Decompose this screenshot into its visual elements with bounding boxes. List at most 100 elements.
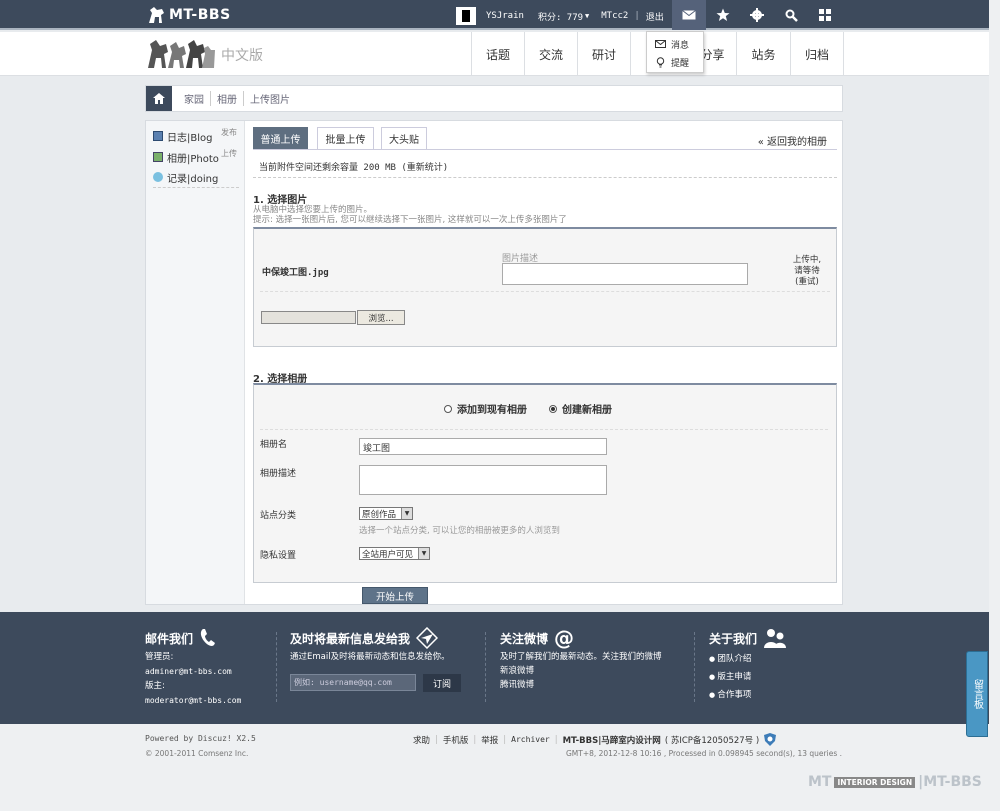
dropdown-item-message[interactable]: 消息 <box>647 35 703 53</box>
upload-status: 上传中, 请等待 (重试) <box>777 255 837 288</box>
avatar[interactable] <box>456 7 476 25</box>
archiver-link[interactable]: Archiver <box>511 735 550 744</box>
footer-about-title: 关于我们 <box>709 631 758 646</box>
username-link[interactable]: YSJrain <box>486 11 524 21</box>
footer-weibo-desc: 及时了解我们的最新动态。关注我们的微博 <box>500 652 662 662</box>
gear-icon[interactable] <box>740 0 774 30</box>
envelope-icon <box>655 40 666 48</box>
notification-dropdown: 消息 提醒 <box>646 31 704 73</box>
chevron-down-icon: ▼ <box>585 12 590 20</box>
main-panel: 日志|Blog 发布 相册|Photo 上传 记录|doing 普通上传 批量上… <box>145 120 843 605</box>
sina-weibo-link[interactable]: 新浪微博 <box>500 665 662 677</box>
album-desc-textarea[interactable] <box>359 465 607 495</box>
about-moderator-link[interactable]: 版主申请 <box>709 668 787 686</box>
help-link[interactable]: 求助 <box>413 734 430 746</box>
footer-subscribe-title: 及时将最新信息发给我 <box>290 631 411 646</box>
horses-logo-icon[interactable] <box>146 36 216 72</box>
sidebar: 日志|Blog 发布 相册|Photo 上传 记录|doing <box>146 121 245 604</box>
points-menu[interactable]: 积分: 779 <box>538 10 583 23</box>
image-desc-input[interactable] <box>502 263 748 285</box>
sidebar-item-doing[interactable]: 记录|doing <box>153 170 218 185</box>
album-name-label: 相册名 <box>260 440 288 450</box>
dropdown-message-label: 消息 <box>671 40 690 51</box>
browse-button[interactable]: 浏览... <box>357 310 405 325</box>
bottom-links: 求助 | 手机版 | 举报 | Archiver | MT-BBS|马蹄室内设计网 ( … <box>413 733 777 746</box>
footer-subscribe: 及时将最新信息发给我 通过Email及时将最新动态和信息发给你。 <box>290 626 450 665</box>
site-logo[interactable]: MT-BBS <box>147 4 231 26</box>
back-to-album-link[interactable]: « 返回我的相册 <box>758 133 827 148</box>
powered-by[interactable]: Powered by Discuz! X2.5 <box>145 734 256 743</box>
about-team-link[interactable]: 团队介绍 <box>709 650 787 668</box>
nav-item-affairs[interactable]: 站务 <box>736 32 790 76</box>
sidebar-photo-upload-link[interactable]: 上传 <box>221 148 237 159</box>
scrollbar[interactable] <box>989 0 1000 811</box>
user-group-link[interactable]: MTcc2 <box>601 11 628 21</box>
start-upload-button[interactable]: 开始上传 <box>362 587 428 604</box>
blog-icon <box>153 131 163 141</box>
privacy-select[interactable]: 全站用户可见 ▼ <box>359 547 430 560</box>
file-name: 中保竣工图.jpg <box>262 268 329 278</box>
logo-text: MT-BBS <box>169 7 231 23</box>
report-link[interactable]: 举报 <box>481 734 498 746</box>
footer-contact-title: 邮件我们 <box>145 631 194 646</box>
bulb-icon <box>656 56 665 67</box>
footer-admin-email[interactable]: adminer@mt-bbs.com <box>145 665 241 680</box>
footer-weibo-title: 关注微博 <box>500 631 549 646</box>
breadcrumb-album[interactable]: 相册 <box>210 91 243 106</box>
radio-new-label[interactable]: 创建新相册 <box>562 401 612 416</box>
watermark-badge: INTERIOR DESIGN <box>834 776 916 788</box>
privacy-label: 隐私设置 <box>260 551 297 561</box>
footer-mod-email[interactable]: moderator@mt-bbs.com <box>145 694 241 709</box>
tab-batch-upload[interactable]: 批量上传 <box>317 127 374 150</box>
section1-tip: 提示: 选择一张图片后, 您可以继续选择下一张图片, 这样就可以一次上传多张图片… <box>253 215 567 225</box>
nav-item-archive[interactable]: 归档 <box>790 32 844 76</box>
subscribe-button[interactable]: 订阅 <box>423 674 461 692</box>
sidebar-item-blog[interactable]: 日志|Blog 发布 <box>153 128 237 144</box>
sidebar-item-photo[interactable]: 相册|Photo 上传 <box>153 149 237 165</box>
site-subtitle: 中文版 <box>221 48 263 64</box>
upload-status-line1: 上传中, <box>792 255 822 265</box>
home-icon[interactable] <box>146 86 172 111</box>
dropdown-arrow-icon: ▼ <box>401 508 412 519</box>
subscribe-email-input[interactable]: 例如: username@qq.com <box>290 674 416 691</box>
mobile-link[interactable]: 手机版 <box>443 734 469 746</box>
guestbook-sidetab[interactable]: 留言板 <box>966 651 988 737</box>
nav-item-exchange[interactable]: 交流 <box>524 32 577 76</box>
grid-icon[interactable] <box>808 0 842 30</box>
radio-existing-album[interactable] <box>444 404 452 413</box>
watermark-mtbbs: |MT-BBS <box>918 774 982 790</box>
tencent-weibo-link[interactable]: 腾讯微博 <box>500 677 662 693</box>
speech-bubble-icon <box>153 172 163 182</box>
radio-existing-label[interactable]: 添加到现有相册 <box>457 401 527 416</box>
star-icon[interactable] <box>706 0 740 30</box>
breadcrumb-home[interactable]: 家园 <box>178 91 210 106</box>
logout-link[interactable]: 退出 <box>646 10 664 23</box>
site-name-link[interactable]: MT-BBS|马蹄室内设计网 <box>563 734 661 746</box>
category-select[interactable]: 原创作品 ▼ <box>359 507 413 520</box>
tab-normal-upload[interactable]: 普通上传 <box>253 127 308 150</box>
search-icon[interactable] <box>774 0 808 30</box>
icp-link[interactable]: ( 苏ICP备12050527号 ) <box>665 734 759 746</box>
nav-item-discussion[interactable]: 研讨 <box>577 32 630 76</box>
file-path-input[interactable] <box>261 311 356 324</box>
copyright: © 2001-2011 Comsenz Inc. <box>145 749 249 758</box>
file-panel: 中保竣工图.jpg 图片描述 上传中, 请等待 (重试) 浏览... <box>253 227 837 347</box>
watermark-mt: MT <box>808 774 832 790</box>
sidebar-blog-post-link[interactable]: 发布 <box>221 127 237 138</box>
mail-icon[interactable] <box>672 0 706 30</box>
about-cooperation-link[interactable]: 合作事项 <box>709 686 787 704</box>
upload-status-line2: 请等待 <box>794 266 820 276</box>
at-icon: @ <box>554 626 575 650</box>
tab-avatar-photo[interactable]: 大头贴 <box>381 127 427 150</box>
footer-admin-label: 管理员: <box>145 652 174 662</box>
album-panel: 添加到现有相册 创建新相册 相册名 竣工图 相册描述 站点分类 原创作品 ▼ 选… <box>253 383 837 583</box>
shield-icon[interactable] <box>764 733 777 746</box>
nav-item-topics[interactable]: 话题 <box>471 32 524 76</box>
radio-new-album[interactable] <box>549 404 557 413</box>
album-radio-group: 添加到现有相册 创建新相册 <box>444 401 612 416</box>
album-name-input[interactable]: 竣工图 <box>359 438 607 455</box>
retry-link[interactable]: (重试) <box>777 277 837 288</box>
dropdown-item-remind[interactable]: 提醒 <box>647 53 703 71</box>
bottom-bar: Powered by Discuz! X2.5 © 2001-2011 Coms… <box>0 724 1000 811</box>
user-box: YSJrain 积分: 779 ▼ MTcc2 | 退出 <box>456 7 664 25</box>
